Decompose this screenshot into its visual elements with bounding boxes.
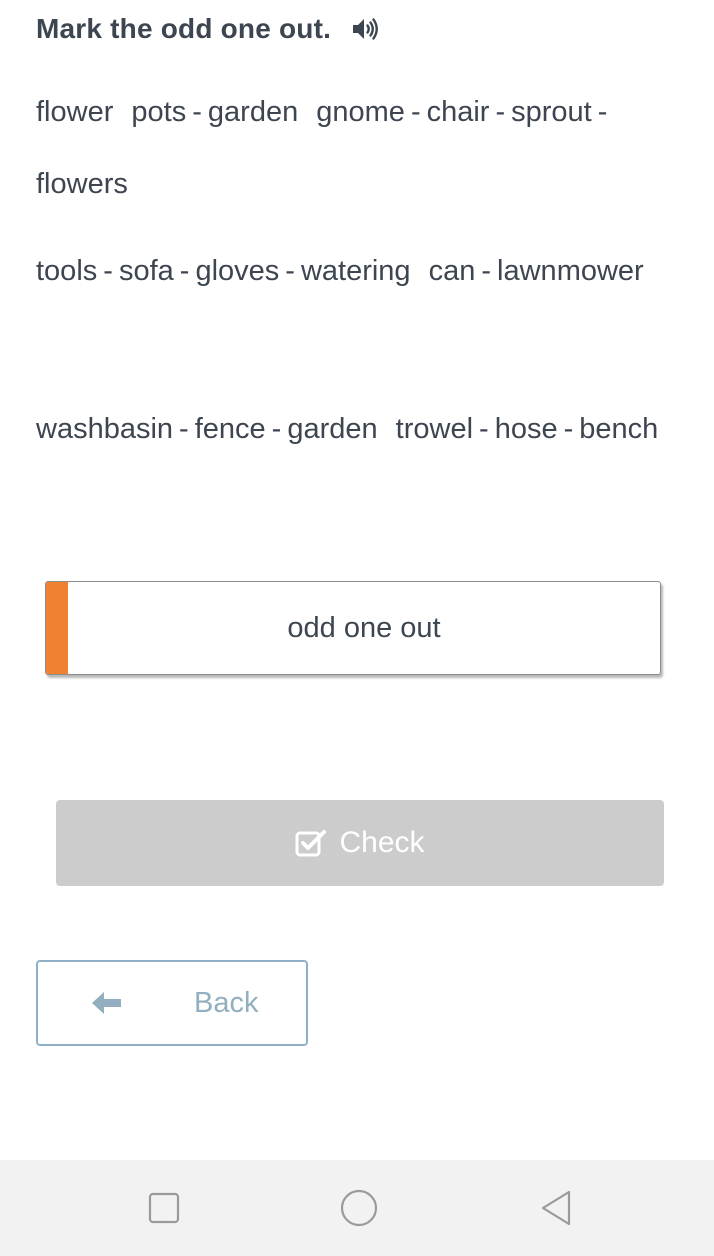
word-option[interactable]: washbasin bbox=[36, 413, 173, 445]
word-option[interactable]: flowers bbox=[36, 168, 128, 200]
exercise-3: washbasin - fence - garden trowel - hose - bench bbox=[36, 393, 676, 465]
separator: - bbox=[481, 255, 492, 287]
word-option[interactable]: hose bbox=[495, 413, 558, 445]
page-title: Mark the odd one out. bbox=[36, 13, 332, 44]
check-square-icon bbox=[295, 829, 327, 857]
answer-legend-box[interactable]: odd one out bbox=[45, 581, 661, 675]
check-button[interactable]: Check bbox=[56, 800, 664, 886]
word-option[interactable]: sprout bbox=[511, 96, 592, 128]
word-option[interactable]: chair bbox=[427, 96, 490, 128]
separator: - bbox=[479, 413, 489, 445]
check-button-label: Check bbox=[339, 826, 425, 859]
word-option[interactable]: bench bbox=[579, 413, 658, 445]
circle-icon[interactable] bbox=[339, 1188, 379, 1228]
separator: - bbox=[410, 96, 421, 128]
separator: - bbox=[495, 96, 506, 128]
word-option[interactable]: tools bbox=[36, 255, 97, 287]
separator: - bbox=[103, 255, 113, 287]
speaker-icon[interactable] bbox=[351, 16, 381, 42]
word-option[interactable]: sofa bbox=[119, 255, 174, 287]
word-option[interactable]: watering can bbox=[301, 255, 475, 287]
triangle-back-icon[interactable] bbox=[536, 1188, 576, 1228]
square-icon[interactable] bbox=[144, 1188, 184, 1228]
separator: - bbox=[597, 96, 608, 128]
separator: - bbox=[271, 413, 282, 445]
word-option[interactable]: flower pots bbox=[36, 96, 186, 128]
word-option[interactable]: fence bbox=[195, 413, 266, 445]
separator: - bbox=[179, 413, 189, 445]
page: Mark the odd one out. flower pots - garden… bbox=[0, 0, 714, 1256]
separator: - bbox=[179, 255, 190, 287]
exercise-2: tools - sofa - gloves - watering can - lawnmower bbox=[36, 235, 676, 307]
separator: - bbox=[563, 413, 574, 445]
exercise-1: flower pots - garden gnome - chair - sprout -fl… bbox=[36, 76, 676, 220]
word-option[interactable]: garden gnome bbox=[208, 96, 405, 128]
word-option[interactable]: gloves bbox=[195, 255, 279, 287]
title-row: Mark the odd one out. bbox=[36, 10, 381, 48]
answer-label: odd one out bbox=[287, 611, 441, 644]
word-option[interactable]: garden trowel bbox=[287, 413, 473, 445]
answer-color-marker bbox=[46, 582, 68, 674]
separator: - bbox=[285, 255, 295, 287]
back-button-label: Back bbox=[194, 986, 259, 1019]
word-option[interactable]: lawnmower bbox=[497, 255, 644, 287]
arrow-left-icon bbox=[90, 989, 124, 1017]
system-navigation-bar bbox=[0, 1160, 714, 1256]
back-button[interactable]: Back bbox=[36, 960, 308, 1046]
separator: - bbox=[192, 96, 202, 128]
